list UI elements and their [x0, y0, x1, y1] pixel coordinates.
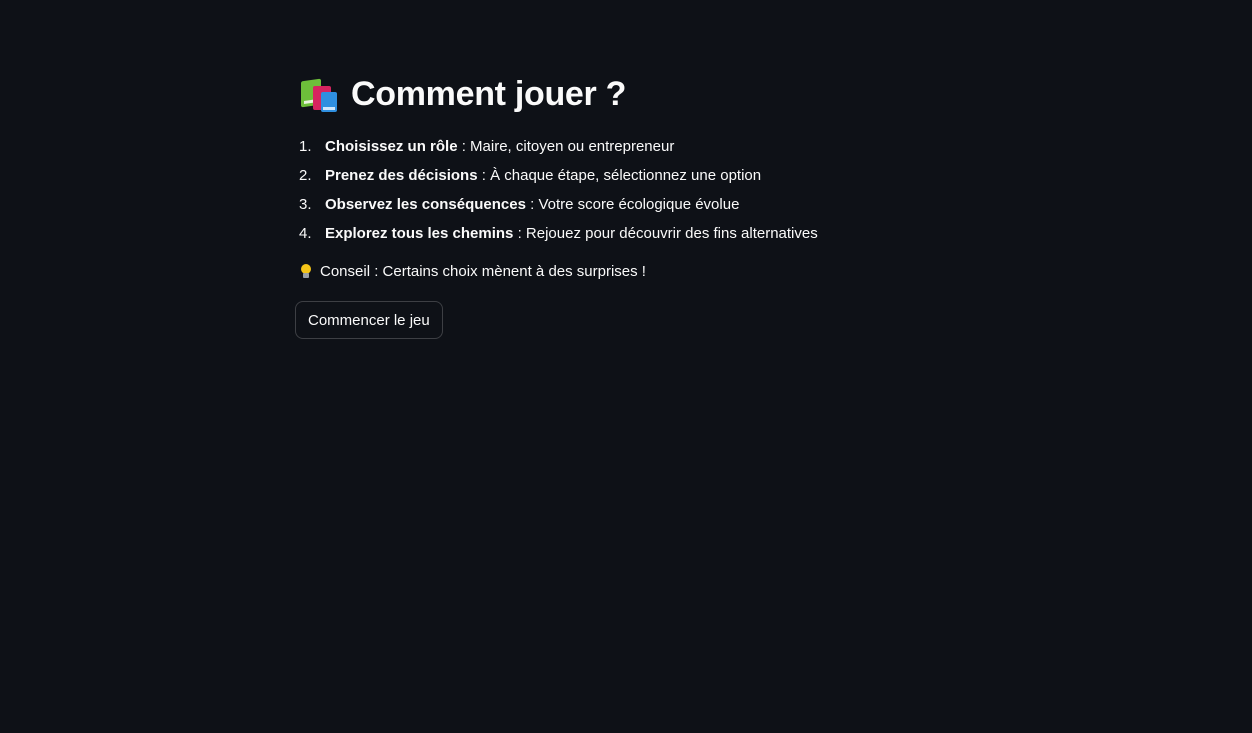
main-content: Comment jouer ? 1. Choisissez un rôle : … [295, 70, 977, 339]
books-icon [299, 76, 339, 112]
step-text: : Maire, citoyen ou entrepreneur [457, 138, 675, 155]
list-item: 4. Explorez tous les chemins : Rejouez p… [297, 219, 977, 248]
list-item: 1. Choisissez un rôle : Maire, citoyen o… [297, 132, 977, 161]
step-title: Choisissez un rôle [325, 138, 458, 155]
step-title: Prenez des décisions [325, 167, 478, 184]
start-game-button[interactable]: Commencer le jeu [295, 301, 443, 339]
page-title: Comment jouer ? [351, 74, 627, 113]
step-number: 3. [299, 196, 312, 213]
instructions-list: 1. Choisissez un rôle : Maire, citoyen o… [297, 132, 977, 248]
step-title: Observez les conséquences [325, 196, 526, 213]
list-item: 3. Observez les conséquences : Votre sco… [297, 190, 977, 219]
lightbulb-icon [300, 264, 312, 278]
step-number: 1. [299, 138, 312, 155]
tip-message: Conseil : Certains choix mènent à des su… [297, 260, 977, 282]
step-text: : Rejouez pour découvrir des fins altern… [513, 225, 818, 242]
step-number: 2. [299, 167, 312, 184]
step-text: : À chaque étape, sélectionnez une optio… [477, 167, 762, 184]
step-text: : Votre score écologique évolue [525, 196, 740, 213]
title-row: Comment jouer ? [297, 70, 977, 118]
step-title: Explorez tous les chemins [325, 225, 514, 242]
list-item: 2. Prenez des décisions : À chaque étape… [297, 161, 977, 190]
step-number: 4. [299, 225, 312, 242]
tip-text: Conseil : Certains choix mènent à des su… [320, 262, 646, 280]
